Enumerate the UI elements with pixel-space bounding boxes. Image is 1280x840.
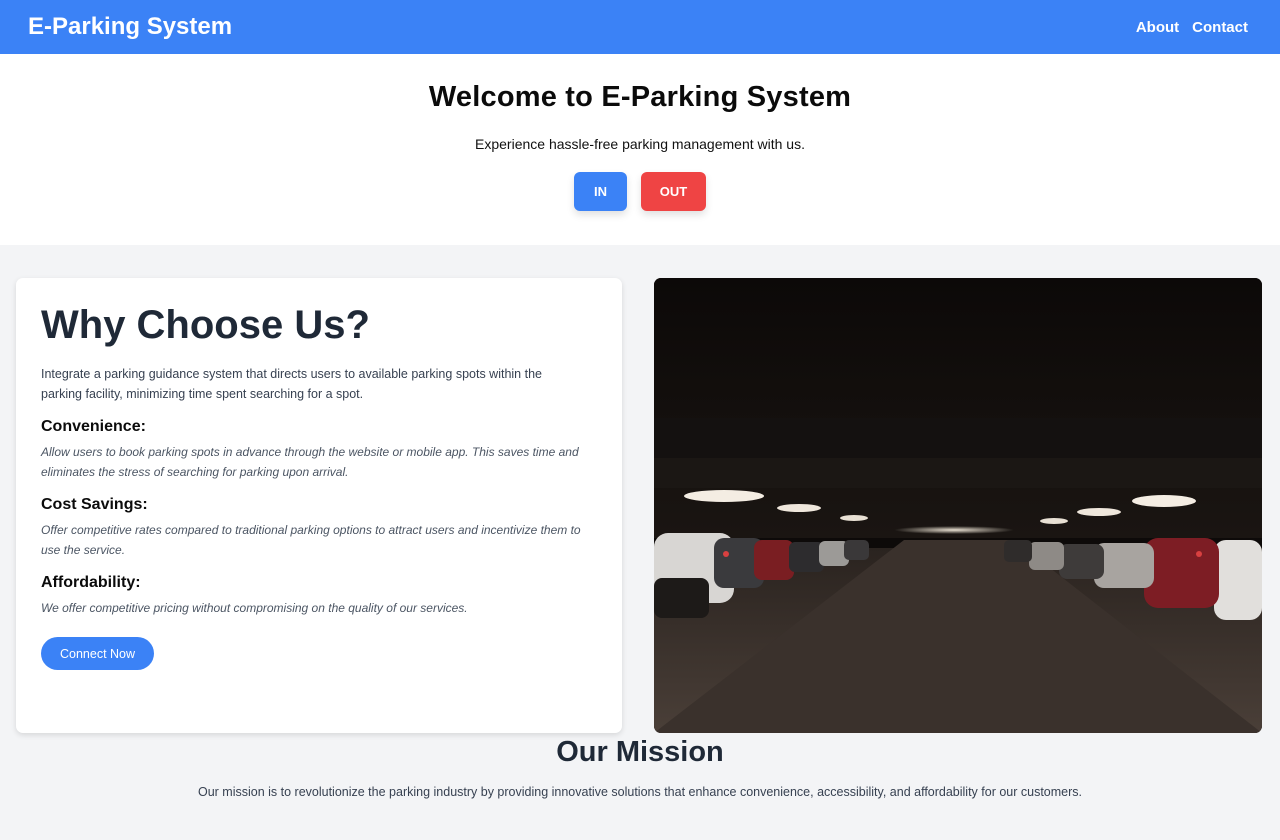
nav-about-link[interactable]: About — [1136, 19, 1179, 36]
nav-contact-link[interactable]: Contact — [1192, 19, 1248, 36]
feature-text-affordability: We offer competitive pricing without com… — [41, 601, 468, 615]
feature-text-convenience: Allow users to book parking spots in adv… — [41, 445, 579, 479]
feature-heading-cost-savings: Cost Savings: — [41, 496, 148, 513]
mission-title: Our Mission — [556, 736, 724, 768]
why-choose-us-card: Why Choose Us? Integrate a parking guida… — [16, 278, 622, 733]
feature-heading-affordability: Affordability: — [41, 574, 141, 591]
feature-text-cost-savings: Offer competitive rates compared to trad… — [41, 523, 581, 557]
hero-section: Welcome to E-Parking System Experience h… — [0, 54, 1280, 245]
parking-garage-image — [654, 278, 1262, 733]
mission-section: Our Mission Our mission is to revolution… — [0, 733, 1280, 799]
hero-buttons: IN OUT — [0, 172, 1280, 211]
feature-heading-convenience: Convenience: — [41, 418, 146, 435]
brand-title[interactable]: E-Parking System — [28, 13, 232, 41]
hero-title: Welcome to E-Parking System — [428, 81, 852, 113]
mission-text: Our mission is to revolutionize the park… — [197, 785, 1083, 799]
navbar: E-Parking System About Contact — [0, 0, 1280, 54]
why-title: Why Choose Us? — [41, 303, 370, 347]
parking-garage-illustration — [654, 278, 1262, 733]
connect-now-button[interactable]: Connect Now — [41, 637, 155, 670]
hero-subtitle: Experience hassle-free parking managemen… — [475, 136, 805, 152]
features-section: Why Choose Us? Integrate a parking guida… — [0, 245, 1280, 733]
nav-links: About Contact — [1136, 19, 1248, 36]
out-button[interactable]: OUT — [641, 172, 706, 211]
in-button[interactable]: IN — [574, 172, 627, 211]
why-intro: Integrate a parking guidance system that… — [41, 367, 542, 401]
